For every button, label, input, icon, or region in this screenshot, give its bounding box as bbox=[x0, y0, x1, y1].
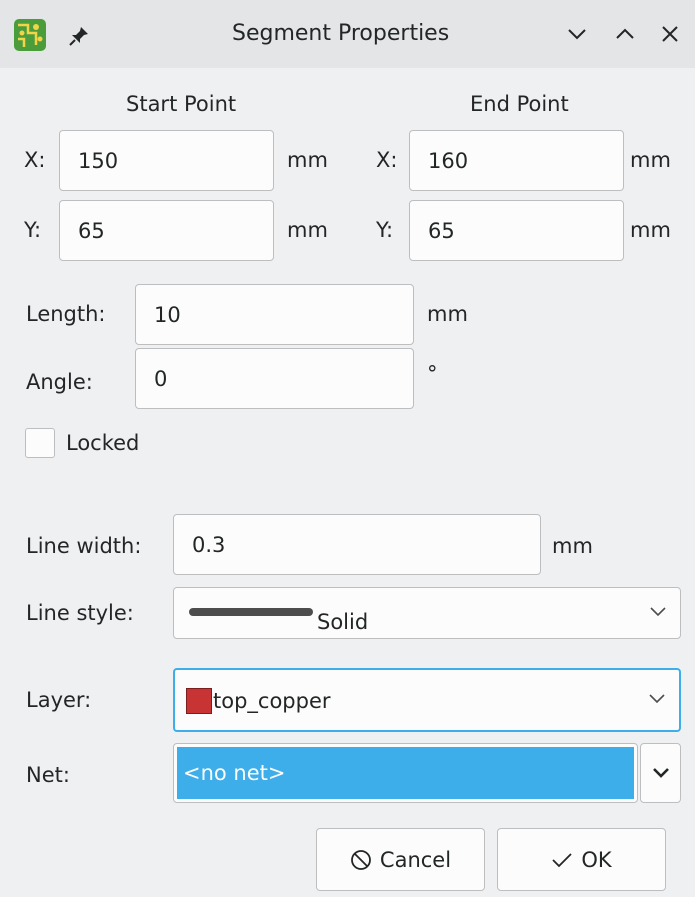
length-input[interactable]: 10 bbox=[135, 284, 414, 345]
length-unit: mm bbox=[427, 302, 468, 326]
window-title: Segment Properties bbox=[232, 21, 450, 46]
end-point-heading: End Point bbox=[470, 92, 569, 116]
locked-label: Locked bbox=[66, 431, 140, 455]
chevron-down-icon bbox=[649, 694, 665, 704]
start-x-input[interactable]: 150 bbox=[59, 130, 274, 191]
start-y-input[interactable]: 65 bbox=[59, 200, 274, 261]
line-width-unit: mm bbox=[552, 534, 593, 558]
chevron-down-icon bbox=[650, 607, 666, 617]
start-x-unit: mm bbox=[287, 148, 328, 172]
line-style-value: Solid bbox=[317, 610, 369, 634]
locked-checkbox[interactable] bbox=[25, 428, 55, 458]
title-bar[interactable]: Segment Properties bbox=[0, 0, 695, 68]
line-style-label: Line style: bbox=[26, 601, 134, 625]
line-width-input[interactable]: 0.3 bbox=[173, 514, 541, 575]
end-y-label: Y: bbox=[376, 218, 394, 242]
net-value[interactable]: <no net> bbox=[177, 747, 634, 799]
ok-button[interactable]: OK bbox=[497, 828, 666, 891]
line-width-label: Line width: bbox=[26, 534, 142, 558]
end-x-label: X: bbox=[376, 148, 398, 172]
net-selector[interactable]: <no net> bbox=[173, 743, 638, 803]
length-label: Length: bbox=[26, 302, 106, 326]
pcb-icon bbox=[14, 19, 46, 51]
close-icon[interactable] bbox=[660, 24, 680, 44]
layer-label: Layer: bbox=[26, 688, 92, 712]
cancel-icon bbox=[351, 849, 371, 870]
start-y-unit: mm bbox=[287, 218, 328, 242]
angle-unit: ° bbox=[427, 362, 438, 386]
end-y-input[interactable]: 65 bbox=[409, 200, 624, 261]
layer-dropdown[interactable]: top_copper bbox=[173, 668, 681, 732]
start-y-label: Y: bbox=[24, 218, 42, 242]
angle-label: Angle: bbox=[26, 370, 93, 394]
start-x-label: X: bbox=[24, 148, 46, 172]
layer-color-swatch bbox=[186, 688, 212, 714]
cancel-button-label: Cancel bbox=[379, 847, 452, 872]
end-y-unit: mm bbox=[630, 218, 671, 242]
chevron-down-icon bbox=[652, 768, 669, 778]
net-label: Net: bbox=[26, 763, 70, 787]
angle-input[interactable]: 0 bbox=[135, 348, 414, 409]
net-dropdown-button[interactable] bbox=[640, 743, 681, 803]
line-style-swatch bbox=[189, 608, 313, 616]
layer-value: top_copper bbox=[213, 689, 331, 713]
line-style-dropdown[interactable]: Solid bbox=[173, 587, 681, 639]
pin-icon[interactable] bbox=[68, 25, 90, 47]
ok-button-label: OK bbox=[581, 847, 612, 872]
end-x-unit: mm bbox=[630, 148, 671, 172]
end-x-input[interactable]: 160 bbox=[409, 130, 624, 191]
cancel-button[interactable]: Cancel bbox=[316, 828, 485, 891]
start-point-heading: Start Point bbox=[126, 92, 237, 116]
checkmark-icon bbox=[552, 852, 572, 867]
maximize-chevron-icon[interactable] bbox=[614, 26, 636, 42]
minimize-chevron-icon[interactable] bbox=[566, 26, 588, 42]
